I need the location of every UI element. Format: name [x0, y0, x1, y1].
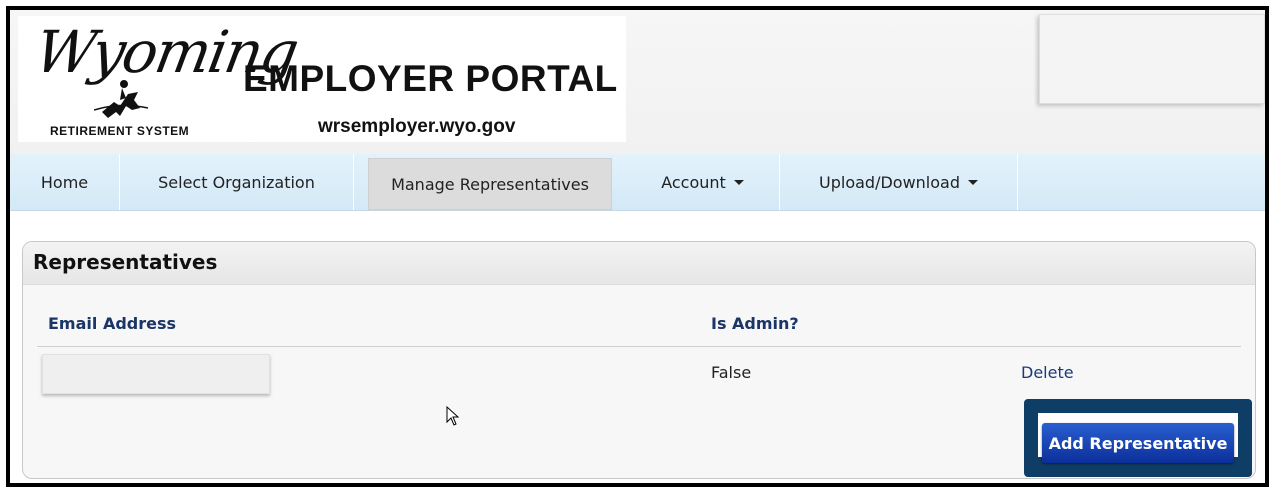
- column-header-is-admin: Is Admin?: [711, 314, 799, 333]
- bucking-horse-icon: [94, 80, 148, 118]
- panel-header: Representatives: [23, 242, 1255, 285]
- column-header-email: Email Address: [48, 314, 177, 333]
- logo-banner[interactable]: Wyoming RETIREMENT SYSTEM EMPLOYER PORTA…: [18, 16, 626, 142]
- redacted-email-cell: [42, 354, 270, 394]
- nav-home-label: Home: [40, 172, 89, 192]
- portal-url: wrsemployer.wyo.gov: [318, 116, 516, 137]
- browser-frame: Wyoming RETIREMENT SYSTEM EMPLOYER PORTA…: [6, 6, 1269, 487]
- nav-select-organization[interactable]: Select Organization: [120, 154, 354, 210]
- nav-manage-representatives[interactable]: Manage Representatives: [368, 158, 612, 210]
- header-divider: [37, 346, 1241, 347]
- nav-home[interactable]: Home: [10, 154, 120, 210]
- nav-account[interactable]: Account: [626, 154, 780, 210]
- nav-account-label: Account: [661, 172, 726, 192]
- panel-title: Representatives: [33, 250, 218, 274]
- delete-link[interactable]: Delete: [1021, 363, 1074, 382]
- nav-upload-download-label: Upload/Download: [819, 172, 960, 192]
- button-highlight-box: Add Representative: [1024, 399, 1252, 477]
- logo-subtitle: RETIREMENT SYSTEM: [50, 124, 190, 138]
- redacted-user-box: [1039, 14, 1265, 104]
- site-header: Wyoming RETIREMENT SYSTEM EMPLOYER PORTA…: [10, 10, 1265, 154]
- add-representative-button[interactable]: Add Representative: [1042, 423, 1234, 463]
- nav-manage-representatives-label: Manage Representatives: [391, 174, 589, 194]
- is-admin-cell: False: [711, 363, 752, 382]
- mouse-cursor-icon: [446, 406, 460, 426]
- portal-title: EMPLOYER PORTAL: [243, 58, 618, 99]
- main-nav: Home Select Organization Manage Represen…: [10, 154, 1265, 211]
- nav-select-organization-label: Select Organization: [158, 172, 315, 192]
- nav-upload-download[interactable]: Upload/Download: [780, 154, 1018, 210]
- caret-down-icon: [733, 179, 744, 185]
- caret-down-icon: [967, 179, 978, 185]
- representatives-panel: Representatives Email Address Is Admin? …: [22, 241, 1256, 479]
